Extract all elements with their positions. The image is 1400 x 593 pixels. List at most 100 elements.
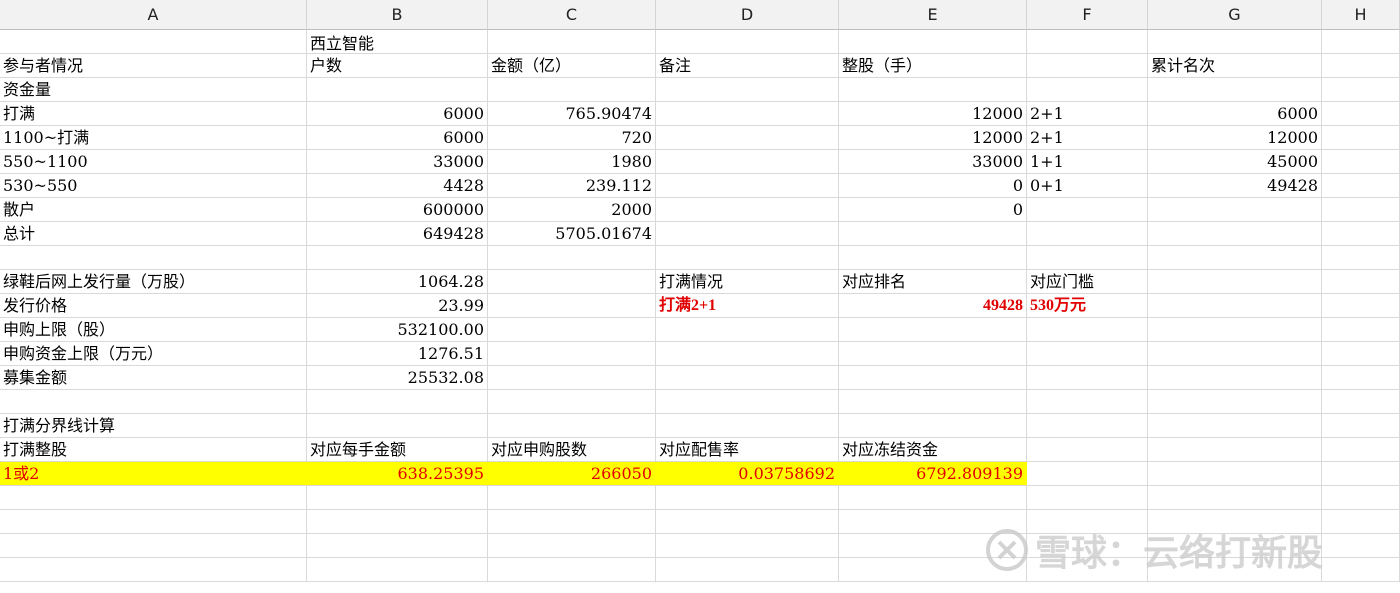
cell-h13[interactable]	[1322, 294, 1400, 318]
cell-h24[interactable]	[1322, 558, 1400, 582]
cell-f7[interactable]: 1+1	[1027, 150, 1148, 174]
cell-d15[interactable]	[656, 342, 839, 366]
cell-d21[interactable]	[656, 486, 839, 510]
cell-e11[interactable]	[839, 246, 1027, 270]
cell-g18[interactable]	[1148, 414, 1322, 438]
cell-h16[interactable]	[1322, 366, 1400, 390]
cell-d9[interactable]	[656, 198, 839, 222]
cell-b2[interactable]: 西立智能	[307, 30, 488, 54]
cell-e17[interactable]	[839, 390, 1027, 414]
cell-e24[interactable]	[839, 558, 1027, 582]
cell-c4[interactable]	[488, 78, 656, 102]
cell-h9[interactable]	[1322, 198, 1400, 222]
cell-c10[interactable]: 5705.01674	[488, 222, 656, 246]
cell-g5[interactable]: 6000	[1148, 102, 1322, 126]
cell-a24[interactable]	[0, 558, 307, 582]
cell-a7[interactable]: 550~1100	[0, 150, 307, 174]
cell-g24[interactable]	[1148, 558, 1322, 582]
cell-d23[interactable]	[656, 534, 839, 558]
cell-b8[interactable]: 4428	[307, 174, 488, 198]
cell-f4[interactable]	[1027, 78, 1148, 102]
cell-e8[interactable]: 0	[839, 174, 1027, 198]
cell-h8[interactable]	[1322, 174, 1400, 198]
cell-g4[interactable]	[1148, 78, 1322, 102]
cell-f12[interactable]: 对应门槛	[1027, 270, 1148, 294]
cell-c12[interactable]	[488, 270, 656, 294]
cell-g9[interactable]	[1148, 198, 1322, 222]
column-header-e[interactable]: E	[839, 0, 1027, 30]
cell-b13[interactable]: 23.99	[307, 294, 488, 318]
column-header-b[interactable]: B	[307, 0, 488, 30]
cell-g7[interactable]: 45000	[1148, 150, 1322, 174]
cell-b16[interactable]: 25532.08	[307, 366, 488, 390]
cell-e10[interactable]	[839, 222, 1027, 246]
cell-g19[interactable]	[1148, 438, 1322, 462]
cell-f23[interactable]	[1027, 534, 1148, 558]
cell-d10[interactable]	[656, 222, 839, 246]
cell-c11[interactable]	[488, 246, 656, 270]
cell-a21[interactable]	[0, 486, 307, 510]
cell-c14[interactable]	[488, 318, 656, 342]
cell-h19[interactable]	[1322, 438, 1400, 462]
cell-g11[interactable]	[1148, 246, 1322, 270]
cell-c21[interactable]	[488, 486, 656, 510]
cell-f18[interactable]	[1027, 414, 1148, 438]
cell-c13[interactable]	[488, 294, 656, 318]
cell-h2[interactable]	[1322, 30, 1400, 54]
cell-c3[interactable]: 金额（亿）	[488, 54, 656, 78]
cell-h12[interactable]	[1322, 270, 1400, 294]
cell-e18[interactable]	[839, 414, 1027, 438]
cell-h5[interactable]	[1322, 102, 1400, 126]
cell-a4[interactable]: 资金量	[0, 78, 307, 102]
cell-e16[interactable]	[839, 366, 1027, 390]
cell-a5[interactable]: 打满	[0, 102, 307, 126]
cell-h10[interactable]	[1322, 222, 1400, 246]
cell-c22[interactable]	[488, 510, 656, 534]
cell-a22[interactable]	[0, 510, 307, 534]
cell-d3[interactable]: 备注	[656, 54, 839, 78]
cell-b20[interactable]: 638.25395	[307, 462, 488, 486]
cell-c2[interactable]	[488, 30, 656, 54]
cell-c24[interactable]	[488, 558, 656, 582]
cell-d12[interactable]: 打满情况	[656, 270, 839, 294]
cell-h3[interactable]	[1322, 54, 1400, 78]
cell-h21[interactable]	[1322, 486, 1400, 510]
cell-b14[interactable]: 532100.00	[307, 318, 488, 342]
cell-b6[interactable]: 6000	[307, 126, 488, 150]
cell-d8[interactable]	[656, 174, 839, 198]
cell-g15[interactable]	[1148, 342, 1322, 366]
cell-a13[interactable]: 发行价格	[0, 294, 307, 318]
cell-g12[interactable]	[1148, 270, 1322, 294]
cell-b12[interactable]: 1064.28	[307, 270, 488, 294]
cell-a9[interactable]: 散户	[0, 198, 307, 222]
cell-f9[interactable]	[1027, 198, 1148, 222]
cell-a6[interactable]: 1100~打满	[0, 126, 307, 150]
cell-e13[interactable]: 49428	[839, 294, 1027, 318]
cell-d19[interactable]: 对应配售率	[656, 438, 839, 462]
cell-e19[interactable]: 对应冻结资金	[839, 438, 1027, 462]
cell-f17[interactable]	[1027, 390, 1148, 414]
cell-a17[interactable]	[0, 390, 307, 414]
cell-h14[interactable]	[1322, 318, 1400, 342]
column-header-a[interactable]: A	[0, 0, 307, 30]
cell-b15[interactable]: 1276.51	[307, 342, 488, 366]
cell-c16[interactable]	[488, 366, 656, 390]
cell-a11[interactable]	[0, 246, 307, 270]
cell-h7[interactable]	[1322, 150, 1400, 174]
cell-d7[interactable]	[656, 150, 839, 174]
cell-f8[interactable]: 0+1	[1027, 174, 1148, 198]
cell-b24[interactable]	[307, 558, 488, 582]
cell-f15[interactable]	[1027, 342, 1148, 366]
cell-d6[interactable]	[656, 126, 839, 150]
cell-f22[interactable]	[1027, 510, 1148, 534]
cell-b18[interactable]	[307, 414, 488, 438]
cell-g3[interactable]: 累计名次	[1148, 54, 1322, 78]
cell-d16[interactable]	[656, 366, 839, 390]
cell-c17[interactable]	[488, 390, 656, 414]
cell-g20[interactable]	[1148, 462, 1322, 486]
cell-h22[interactable]	[1322, 510, 1400, 534]
cell-e3[interactable]: 整股（手）	[839, 54, 1027, 78]
cell-b4[interactable]	[307, 78, 488, 102]
spreadsheet-grid[interactable]: A B C D E F G H 西立智能 参与者情况 户数 金额（亿） 备注 整股（手） 累计名次 资金量 打满…	[0, 0, 1400, 582]
cell-a20[interactable]: 1或2	[0, 462, 307, 486]
